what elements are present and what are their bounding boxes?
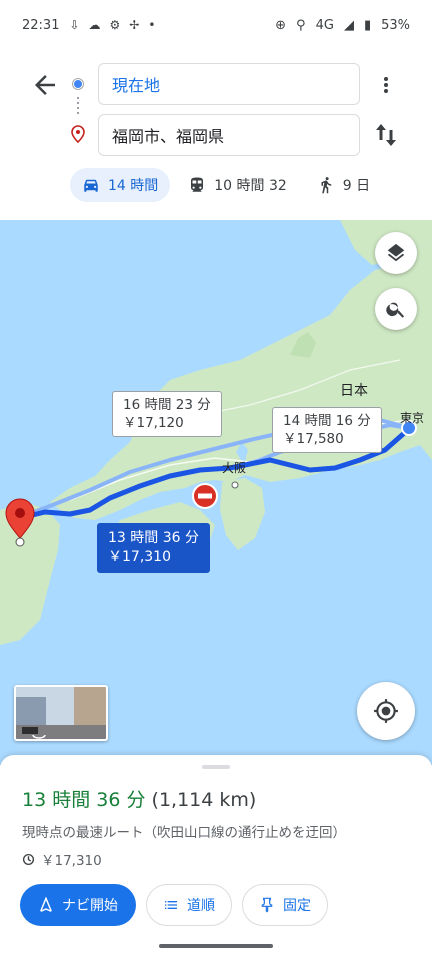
route-callout-alt2[interactable]: 14 時間 16 分 ￥17,580 [272, 407, 382, 454]
action-buttons: ナビ開始 道順 固定 [20, 884, 328, 926]
route-callout-alt1[interactable]: 16 時間 23 分 ￥17,120 [112, 391, 222, 438]
mode-transit[interactable]: 10 時間 32 [176, 168, 299, 202]
route-selected-time: 13 時間 36 分 [108, 530, 199, 546]
layers-icon [387, 243, 405, 262]
road-closed-marker [192, 483, 218, 509]
status-bar: 22:31 ⇩ ☁ ⚙ ✢ • ⊕ ⚲ 4G ◢ ▮ 53% [0, 0, 432, 50]
map-label-osaka: 大阪 [222, 461, 247, 475]
location-icon: ⚲ [296, 17, 306, 33]
gesture-nav-bar[interactable] [159, 944, 273, 948]
steps-label: 道順 [187, 898, 215, 914]
signal-icon: ◢ [343, 17, 354, 33]
notification-icons: ⇩ ☁ ⚙ ✢ • [69, 18, 155, 32]
route-alt2-cost: ￥17,580 [283, 431, 344, 448]
start-navigation-label: ナビ開始 [62, 898, 118, 914]
route-alt1-cost: ￥17,120 [123, 415, 184, 432]
start-navigation-button[interactable]: ナビ開始 [20, 884, 136, 926]
route-toll: ￥17,310 [22, 849, 102, 869]
search-icon [386, 302, 405, 318]
map-canvas [0, 220, 432, 765]
route-alt2-time: 14 時間 16 分 [283, 413, 371, 429]
route-toll-amount: ￥17,310 [41, 853, 102, 869]
battery-level: 53% [381, 17, 410, 33]
map-label-japan: 日本 [340, 383, 368, 399]
swap-vert-icon [376, 124, 396, 146]
pin-label: 固定 [283, 898, 311, 914]
back-arrow-icon [35, 75, 55, 95]
osaka-dot [231, 481, 239, 489]
train-icon [191, 177, 204, 192]
route-callout-selected[interactable]: 13 時間 36 分 ￥17,310 [97, 523, 210, 573]
route-connector [77, 97, 79, 117]
swap-button[interactable] [372, 120, 400, 150]
car-icon [84, 179, 98, 192]
destination-field[interactable]: 福岡市、福岡県 [98, 114, 360, 156]
status-time: 22:31 [22, 17, 60, 33]
street-view-thumbnail[interactable] [14, 685, 108, 741]
steam-icon: ⚙ [109, 18, 121, 32]
my-location-icon [374, 699, 398, 723]
steps-button[interactable]: 道順 [146, 884, 232, 926]
mode-walking[interactable]: 9 日 [305, 168, 382, 202]
route-description: 現時点の最速ルート（吹田山口線の通行止めを迂回） [22, 825, 346, 841]
more-vert-icon [384, 77, 388, 93]
list-icon [165, 901, 177, 909]
more-dot-icon: • [148, 18, 156, 32]
mode-transit-label: 10 時間 32 [214, 178, 287, 194]
route-selected-cost: ￥17,310 [108, 548, 171, 565]
status-right: ⊕ ⚲ 4G ◢ ▮ 53% [275, 18, 410, 33]
layers-button[interactable] [375, 232, 417, 274]
download-icon: ⇩ [69, 18, 80, 32]
pinwheel-icon: ✢ [129, 18, 140, 32]
mode-driving[interactable]: 14 時間 [70, 168, 171, 202]
route-alt1-time: 16 時間 23 分 [123, 397, 211, 413]
travel-modes: 14 時間 10 時間 32 9 日 [70, 168, 388, 202]
map-view[interactable]: 日本 大阪 東京 16 時間 23 分 ￥17,120 14 時間 16 分 ￥… [0, 220, 432, 765]
network-label: 4G [315, 17, 334, 33]
route-distance: (1,114 km) [151, 789, 257, 811]
route-summary-sheet: 13 時間 36 分 (1,114 km) 現時点の最速ルート（吹田山口線の通行… [0, 755, 432, 960]
navigation-arrow-icon [40, 897, 52, 912]
destination-pin-icon [71, 125, 85, 143]
map-label-tokyo: 東京 [400, 411, 425, 425]
origin-dot-icon [73, 79, 83, 89]
route-summary: 13 時間 36 分 (1,114 km) [22, 785, 256, 812]
pin-button[interactable]: 固定 [242, 884, 328, 926]
more-options-button[interactable] [376, 72, 396, 98]
toll-icon [22, 853, 35, 865]
directions-header: 現在地 福岡市、福岡県 14 時間 10 時間 32 9 日 [0, 50, 432, 220]
origin-field[interactable]: 現在地 [98, 63, 360, 105]
my-location-button[interactable] [357, 682, 415, 740]
street-view-image [16, 687, 106, 739]
mode-walking-label: 9 日 [342, 178, 371, 194]
cloud-icon: ☁ [88, 18, 101, 32]
battery-icon: ▮ [363, 17, 372, 33]
pushpin-icon [261, 897, 273, 913]
gps-icon: ⊕ [275, 17, 287, 33]
back-button[interactable] [30, 70, 60, 100]
route-duration: 13 時間 36 分 [22, 789, 146, 811]
sheet-drag-handle[interactable] [202, 765, 230, 769]
walk-icon [321, 177, 332, 194]
mode-driving-label: 14 時間 [108, 178, 159, 194]
map-search-button[interactable] [375, 288, 417, 330]
